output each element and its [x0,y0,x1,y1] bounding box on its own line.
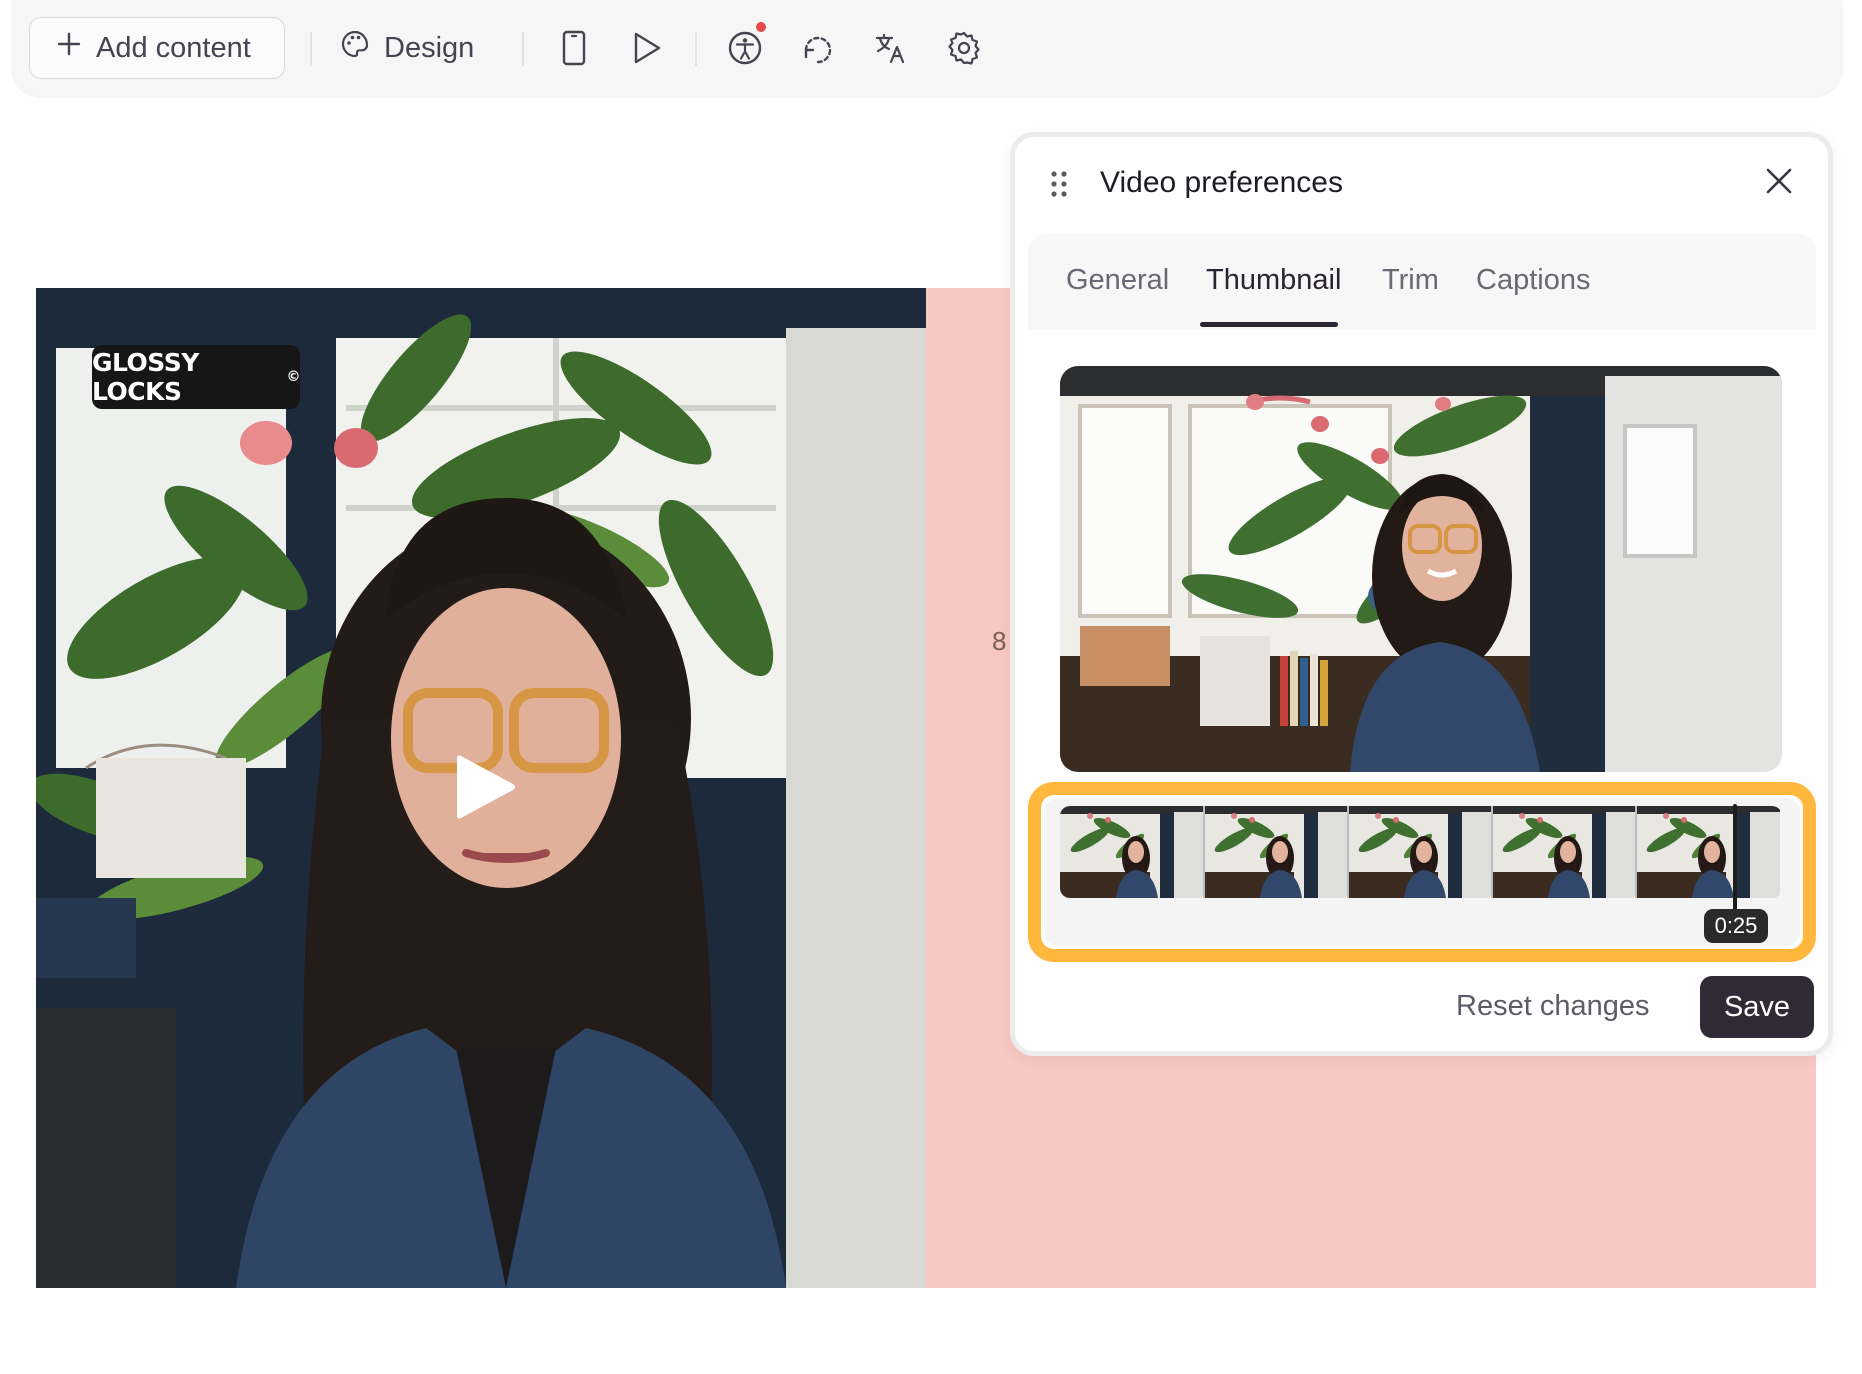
toolbar-divider [522,32,524,66]
design-label: Design [384,31,475,64]
design-button[interactable]: Design [340,17,474,79]
tab-thumbnail[interactable]: Thumbnail [1206,264,1341,297]
tab-captions[interactable]: Captions [1476,264,1590,297]
reset-changes-button[interactable]: Reset changes [1456,990,1649,1023]
settings-icon[interactable] [941,25,987,71]
scrubber-handle[interactable] [1733,804,1737,916]
page-number: 8 [992,626,1007,656]
thumbnail-preview [1060,366,1782,772]
tab-trim[interactable]: Trim [1382,264,1439,297]
add-content-label: Add content [96,31,251,64]
plus-icon [56,31,82,65]
drag-handle-icon[interactable] [1050,170,1068,203]
timestamp-badge: 0:25 [1704,909,1768,943]
accessibility-icon[interactable] [722,22,768,71]
thumbnail-filmstrip[interactable] [1060,806,1782,898]
brand-logo: GLOSSY LOCKS © [92,345,300,409]
top-toolbar [12,0,1842,96]
active-tab-indicator [1200,322,1338,327]
history-icon[interactable] [795,25,841,71]
translate-icon[interactable] [868,25,914,71]
mobile-preview-icon[interactable] [551,25,597,71]
toolbar-divider [310,32,312,66]
toolbar-divider [695,32,697,66]
save-button[interactable]: Save [1700,976,1814,1038]
panel-title: Video preferences [1100,166,1343,199]
notification-dot [756,22,766,32]
play-icon[interactable] [455,752,517,827]
play-preview-icon[interactable] [624,25,670,71]
tab-general[interactable]: General [1066,264,1169,297]
add-content-button[interactable]: Add content [29,17,285,79]
palette-icon [340,29,370,67]
close-icon[interactable] [1764,166,1794,201]
